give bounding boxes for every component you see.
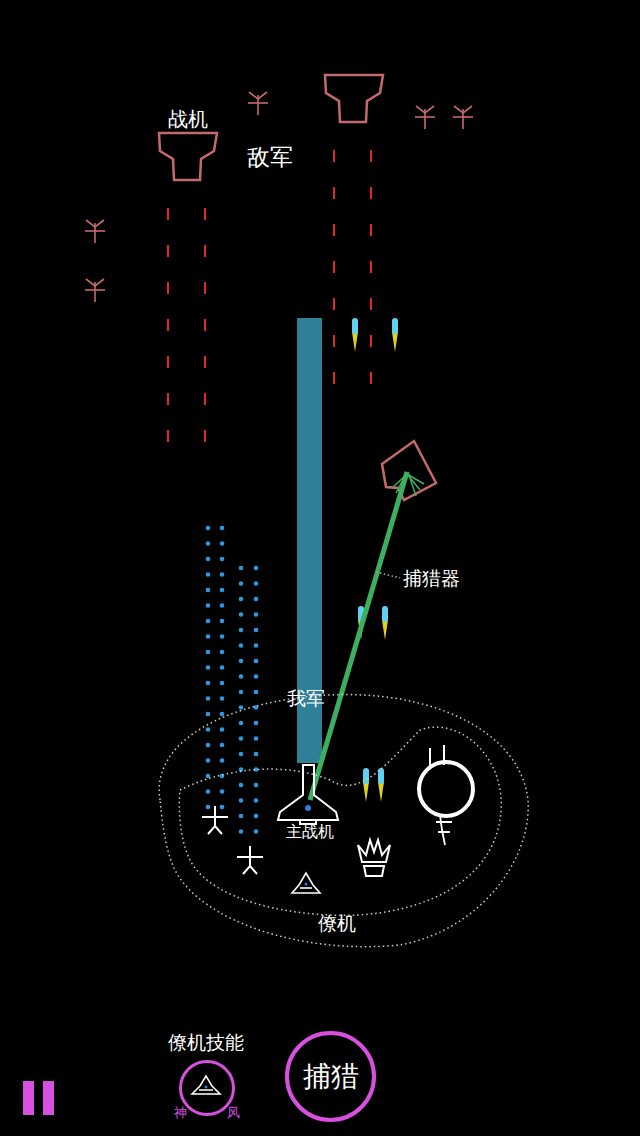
wingman-label: 僚机 [318, 912, 356, 935]
wingman-skill-title: 僚机技能 [168, 1031, 244, 1054]
missile [352, 318, 358, 352]
fighter-label: 战机 [168, 107, 208, 131]
pause-icon[interactable] [23, 1081, 54, 1115]
game-stage[interactable]: 战机敌军捕猎器我军主战机僚机僚机技能神 风 捕猎 [0, 0, 640, 1136]
wingman-ship [292, 873, 320, 893]
small-enemy [415, 106, 435, 129]
missile [363, 768, 369, 802]
hunter-beam [310, 472, 424, 800]
small-enemy [85, 220, 105, 243]
wingman-plane [237, 846, 263, 874]
small-enemy [85, 279, 105, 302]
enemy-label: 敌军 [247, 144, 293, 172]
formation-inner [179, 727, 501, 915]
small-enemy [453, 106, 473, 129]
formation-outline [159, 695, 528, 947]
wingman-crown [358, 840, 390, 876]
hunted-enemy [382, 441, 436, 500]
ally-label: 我军 [287, 687, 325, 710]
wingman-plane [202, 806, 228, 834]
enemy-fighter [325, 75, 383, 122]
hunter-leader [376, 572, 400, 578]
battlefield [0, 0, 640, 1136]
hunt-button[interactable]: 捕猎 [285, 1031, 376, 1122]
missile [392, 318, 398, 352]
skill-left-label: 神 [174, 1105, 187, 1121]
hunter-label: 捕猎器 [403, 567, 460, 590]
enemy-fighter [159, 133, 217, 180]
wingman-skill-icon [192, 1076, 220, 1094]
main-fighter-label: 主战机 [286, 822, 334, 841]
wingman-orb [419, 745, 473, 845]
small-enemy [248, 92, 268, 115]
wingman-skill-button[interactable] [179, 1060, 235, 1116]
main-fighter[interactable] [278, 765, 338, 824]
missile [378, 768, 384, 802]
hunt-button-label[interactable]: 捕猎 [303, 1058, 359, 1096]
missile [382, 606, 388, 640]
skill-right-label: 风 [227, 1105, 240, 1121]
